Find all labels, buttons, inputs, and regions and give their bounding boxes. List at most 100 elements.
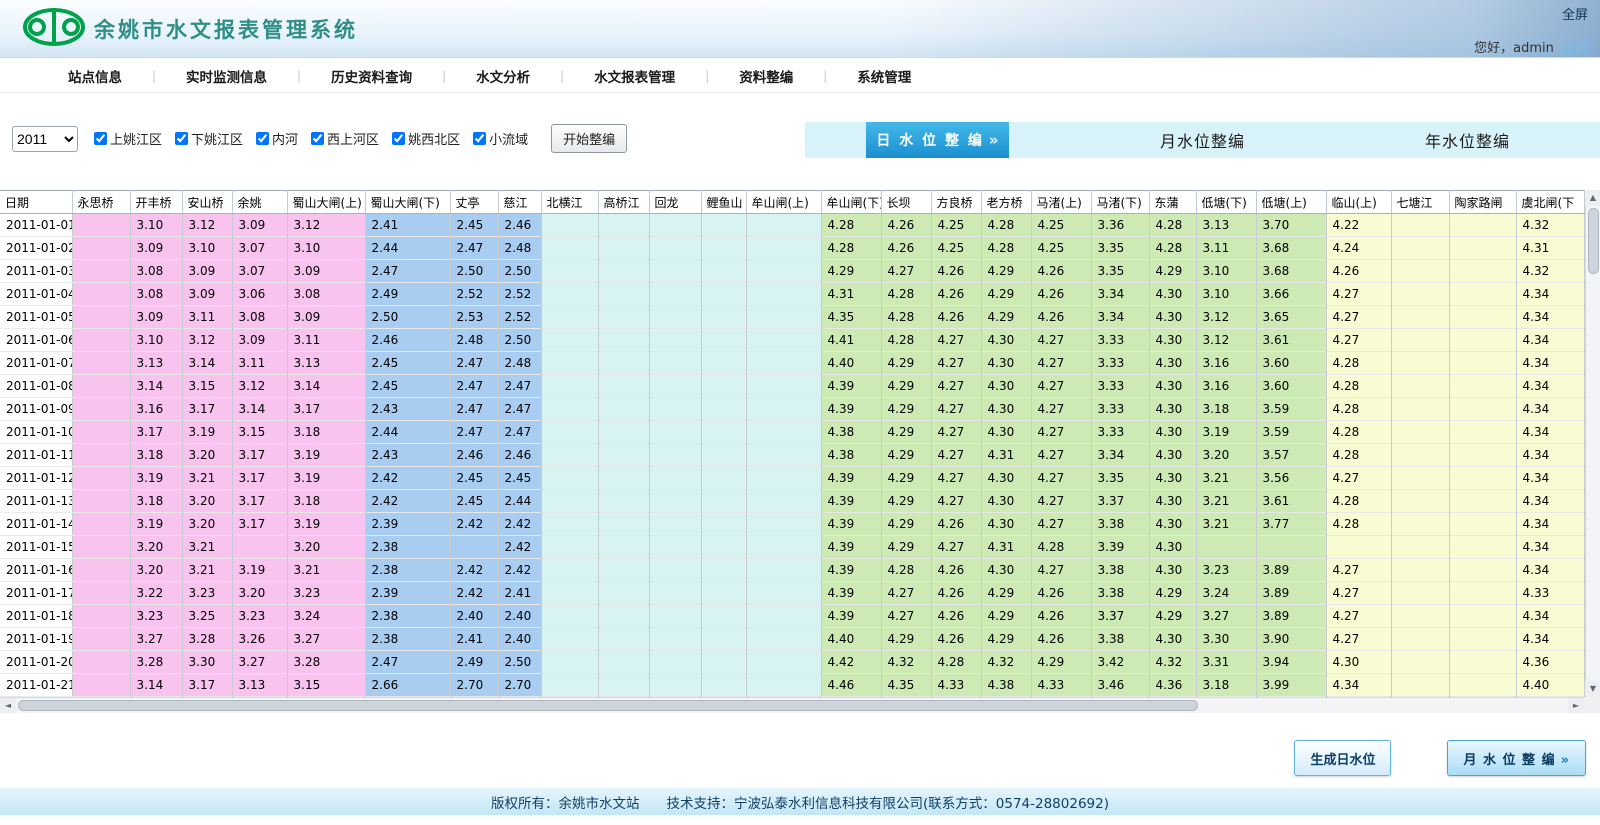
logout-link[interactable]: 注销 [1562,41,1588,56]
horizontal-scroll-track[interactable] [16,698,1568,714]
table-row: 2011-01-153.203.213.202.382.424.394.294.… [0,536,1584,559]
region-checkbox-6[interactable]: 小流域 [473,129,528,148]
tab-daily-compile[interactable]: 日 水 位 整 编» [805,122,1070,158]
value-cell: 3.61 [1256,490,1326,513]
value-cell: 4.27 [881,582,931,605]
value-cell [649,283,701,306]
value-cell: 4.31 [821,283,881,306]
value-cell: 3.18 [287,490,365,513]
value-cell: 4.29 [881,513,931,536]
checkbox-input[interactable] [311,132,324,145]
value-cell [1449,329,1516,352]
value-cell [1391,467,1449,490]
horizontal-scrollbar[interactable]: ◄ ► [0,697,1584,713]
value-cell [746,536,821,559]
year-select[interactable]: 2011 [12,126,78,152]
checkbox-input[interactable] [175,132,188,145]
value-cell: 2.40 [450,605,498,628]
value-cell: 3.60 [1256,352,1326,375]
value-cell: 4.27 [1326,628,1391,651]
value-cell: 2.47 [450,375,498,398]
checkbox-input[interactable] [94,132,107,145]
region-checkbox-4[interactable]: 西上河区 [311,129,379,148]
vertical-scrollbar[interactable]: ▲ ▼ [1585,190,1600,697]
date-cell: 2011-01-20 [0,651,72,674]
value-cell [701,467,746,490]
value-cell: 2.42 [498,536,541,559]
tab-monthly-compile[interactable]: 月水位整编 [1070,122,1335,158]
value-cell: 3.17 [182,398,232,421]
value-cell: 4.39 [821,490,881,513]
monthly-compile-button[interactable]: 月 水 位 整 编» [1447,740,1586,776]
date-cell: 2011-01-11 [0,444,72,467]
date-cell: 2011-01-13 [0,490,72,513]
scroll-right-icon[interactable]: ► [1568,698,1584,713]
checkbox-input[interactable] [256,132,269,145]
value-cell: 4.40 [821,628,881,651]
value-cell: 4.28 [881,283,931,306]
value-cell: 4.29 [1149,260,1196,283]
horizontal-scroll-thumb[interactable] [18,700,1198,711]
app-header: 余姚市水文报表管理系统 全屏 您好，admin 注销 [0,0,1600,58]
value-cell [1449,513,1516,536]
start-compile-button[interactable]: 开始整编 [551,124,627,153]
value-cell: 4.26 [1031,283,1091,306]
value-cell: 4.28 [1149,214,1196,237]
value-cell [72,398,130,421]
scroll-left-icon[interactable]: ◄ [0,698,16,713]
tab-yearly-compile[interactable]: 年水位整编 [1335,122,1600,158]
value-cell: 4.29 [981,605,1031,628]
value-cell: 4.27 [1031,559,1091,582]
value-cell: 2.50 [450,260,498,283]
value-cell: 4.32 [981,651,1031,674]
generate-daily-button[interactable]: 生成日水位 [1294,740,1391,776]
region-checkbox-1[interactable]: 上姚江区 [94,129,162,148]
checkbox-input[interactable] [392,132,405,145]
value-cell: 4.34 [1516,306,1584,329]
value-cell: 3.37 [1091,605,1149,628]
scroll-up-icon[interactable]: ▲ [1585,190,1600,206]
value-cell: 3.38 [1091,628,1149,651]
tab-label: 年水位整编 [1425,128,1510,152]
value-cell: 4.32 [1149,651,1196,674]
value-cell: 2.47 [365,651,450,674]
value-cell: 4.39 [821,582,881,605]
value-cell [1391,352,1449,375]
region-checkbox-3[interactable]: 内河 [256,129,298,148]
value-cell: 3.59 [1256,398,1326,421]
value-cell [598,651,649,674]
value-cell: 4.28 [881,306,931,329]
value-cell [746,490,821,513]
value-cell [598,536,649,559]
value-cell: 2.49 [365,283,450,306]
value-cell [1391,582,1449,605]
nav-item-4[interactable]: 水文分析 [446,66,560,86]
nav-item-3[interactable]: 历史资料查询 [301,66,442,86]
scroll-down-icon[interactable]: ▼ [1585,681,1600,697]
value-cell: 3.12 [1196,329,1256,352]
value-cell: 4.34 [1516,283,1584,306]
value-cell: 4.32 [1516,260,1584,283]
vertical-scroll-thumb[interactable] [1588,208,1599,274]
value-cell [746,467,821,490]
value-cell: 4.27 [1326,306,1391,329]
nav-item-5[interactable]: 水文报表管理 [564,66,705,86]
value-cell: 3.57 [1256,444,1326,467]
region-checkbox-5[interactable]: 姚西北区 [392,129,460,148]
nav-item-6[interactable]: 资料整编 [709,66,823,86]
checkbox-input[interactable] [473,132,486,145]
value-cell [649,582,701,605]
value-cell: 3.11 [287,329,365,352]
value-cell: 4.27 [931,398,981,421]
date-cell: 2011-01-16 [0,559,72,582]
nav-item-2[interactable]: 实时监测信息 [156,66,297,86]
value-cell: 3.09 [130,237,182,260]
fullscreen-link[interactable]: 全屏 [1474,4,1588,23]
value-cell: 3.30 [1196,628,1256,651]
nav-item-1[interactable]: 站点信息 [38,66,152,86]
region-checkbox-2[interactable]: 下姚江区 [175,129,243,148]
value-cell [72,628,130,651]
nav-item-7[interactable]: 系统管理 [827,66,941,86]
value-cell [1391,559,1449,582]
value-cell: 3.19 [287,513,365,536]
